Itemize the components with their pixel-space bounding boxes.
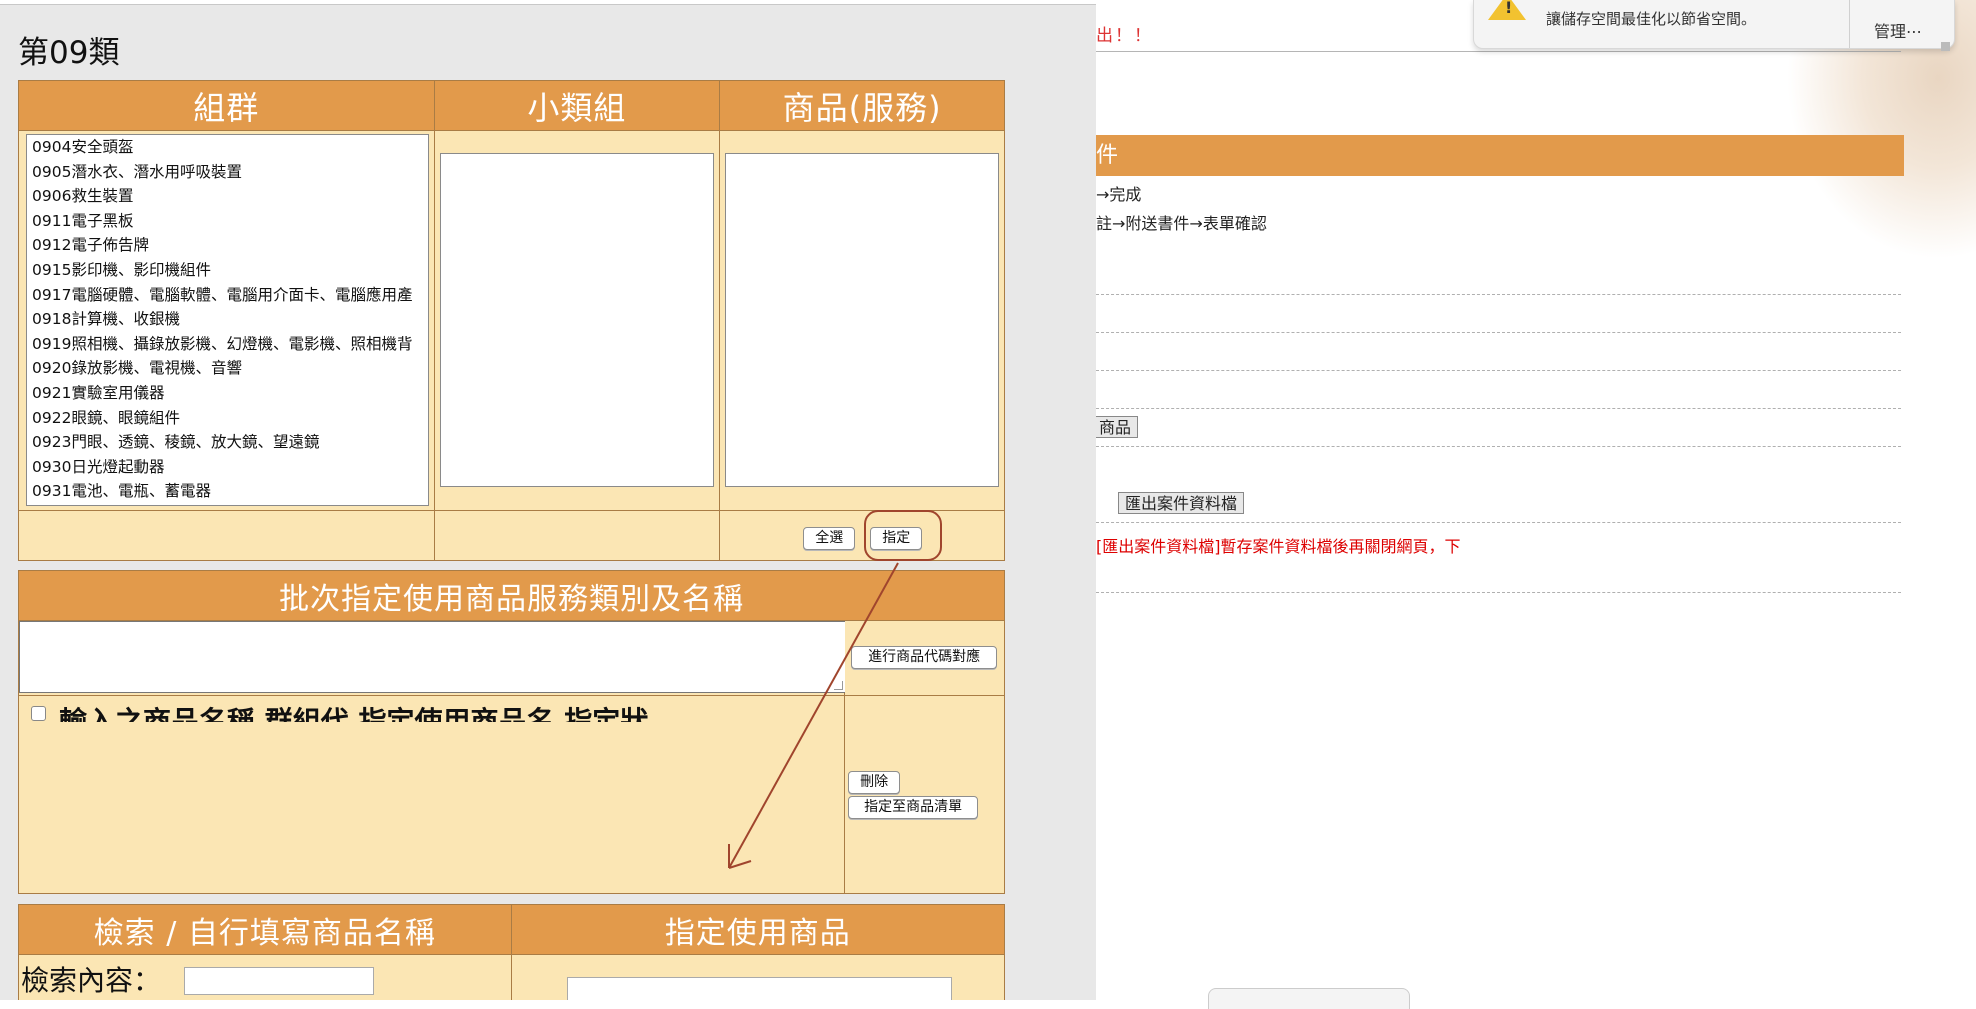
notification-text: 讓儲存空間最佳化以節省空間。 <box>1546 10 1757 28</box>
section-header-bar: 件 <box>1096 135 1904 176</box>
delete-button[interactable]: 刪除 <box>848 771 901 794</box>
header-goods: 商品(服務) <box>719 80 1005 131</box>
batch-column-headers: 輸入之商品名稱 群組代 指定使用商品名 指定狀 <box>59 705 649 722</box>
search-section: 檢索 / 自行填寫商品名稱 指定使用商品 檢索內容： <box>18 904 1005 1000</box>
header-subgroup: 小類組 <box>433 80 721 131</box>
group-listbox[interactable]: 0904安全頭盔 0905潛水衣、潛水用呼吸裝置 0906救生裝置 0911電子黑板 0… <box>26 134 429 506</box>
section-header-label: 件 <box>1096 143 1119 168</box>
step-line-1: →完成 <box>1096 185 1142 204</box>
group-option[interactable]: 0904安全頭盔 <box>27 135 428 160</box>
search-label: 檢索內容： <box>21 964 162 997</box>
storage-notification: ! 讓儲存空間最佳化以節省空間。 管理⋯ <box>1473 0 1955 51</box>
divider <box>1096 592 1901 593</box>
step-line-2: 註→附送書件→表單確認 <box>1096 214 1267 233</box>
group-option[interactable]: 0915影印機、影印機組件 <box>27 258 428 283</box>
divider <box>1096 408 1901 409</box>
select-all-button[interactable]: 全選 <box>803 527 856 550</box>
divider <box>1096 294 1901 295</box>
group-option[interactable]: 0905潛水衣、潛水用呼吸裝置 <box>27 160 428 185</box>
batch-section: 批次指定使用商品服務類別及名稱 進行商品代碼對應 輸入之商品名稱 群組代 指定使… <box>17 570 1005 894</box>
divider <box>1096 370 1901 371</box>
group-option[interactable]: 0923門眼、透鏡、稜鏡、放大鏡、望遠鏡 <box>27 430 428 455</box>
group-option[interactable]: 0922眼鏡、眼鏡組件 <box>27 406 428 431</box>
group-option[interactable]: 0920錄放影機、電視機、音響 <box>27 356 428 381</box>
search-header: 檢索 / 自行填寫商品名稱 <box>18 904 512 955</box>
assign-to-list-button[interactable]: 指定至商品清單 <box>848 796 979 819</box>
group-option[interactable]: 0930日光燈起動器 <box>27 455 428 480</box>
divider <box>1096 522 1901 523</box>
resize-handle[interactable] <box>1941 42 1950 51</box>
export-case-file-button[interactable]: 匯出案件資料檔 <box>1118 492 1245 514</box>
goods-listbox[interactable] <box>725 153 1000 487</box>
group-option[interactable]: 0918計算機、收銀機 <box>27 307 428 332</box>
group-option[interactable]: 0917電腦硬體、電腦軟體、電腦用介面卡、電腦應用產 <box>27 283 428 308</box>
goods-button[interactable]: 商品 <box>1092 416 1139 438</box>
dialog-title: 第09類 <box>18 35 120 71</box>
batch-header: 批次指定使用商品服務類別及名稱 <box>18 570 1005 621</box>
group-option[interactable]: 0931電池、電瓶、蓄電器 <box>27 479 428 504</box>
assigned-goods-listbox[interactable] <box>566 977 952 1000</box>
group-option[interactable]: 0906救生裝置 <box>27 184 428 209</box>
batch-textarea[interactable] <box>19 621 846 693</box>
annotation-highlight-circle <box>864 510 942 561</box>
divider <box>1096 51 1901 52</box>
divider <box>1849 0 1850 48</box>
search-input[interactable] <box>184 967 374 995</box>
assigned-goods-header: 指定使用商品 <box>510 904 1005 955</box>
divider <box>1096 332 1901 333</box>
group-option[interactable]: 0912電子佈告牌 <box>27 233 428 258</box>
map-code-button[interactable]: 進行商品代碼對應 <box>851 646 998 669</box>
group-table: 組群 小類組 商品(服務) 0904安全頭盔 0905潛水衣、潛水用呼吸裝置 090… <box>18 80 1005 561</box>
group-option[interactable]: 0919照相機、攝錄放影機、幻燈機、電影機、照相機背 <box>27 332 428 357</box>
class-selection-dialog: 第09類 組群 小類組 商品(服務) 0904安全頭盔 0905潛水衣、潛水用呼吸… <box>0 4 1096 1000</box>
warning-red-text: 出！！ <box>1096 26 1153 46</box>
header-group: 組群 <box>18 80 435 131</box>
resize-grip-icon[interactable] <box>834 681 843 690</box>
subgroup-listbox[interactable] <box>439 153 714 487</box>
select-all-checkbox[interactable] <box>31 706 46 721</box>
manage-button[interactable]: 管理⋯ <box>1874 18 1922 42</box>
group-option[interactable]: 0911電子黑板 <box>27 209 428 234</box>
group-option[interactable]: 0921實驗室用儀器 <box>27 381 428 406</box>
divider <box>1096 446 1901 447</box>
export-notice-text: [匯出案件資料檔]暫存案件資料檔後再關閉網頁，下 <box>1096 537 1461 556</box>
